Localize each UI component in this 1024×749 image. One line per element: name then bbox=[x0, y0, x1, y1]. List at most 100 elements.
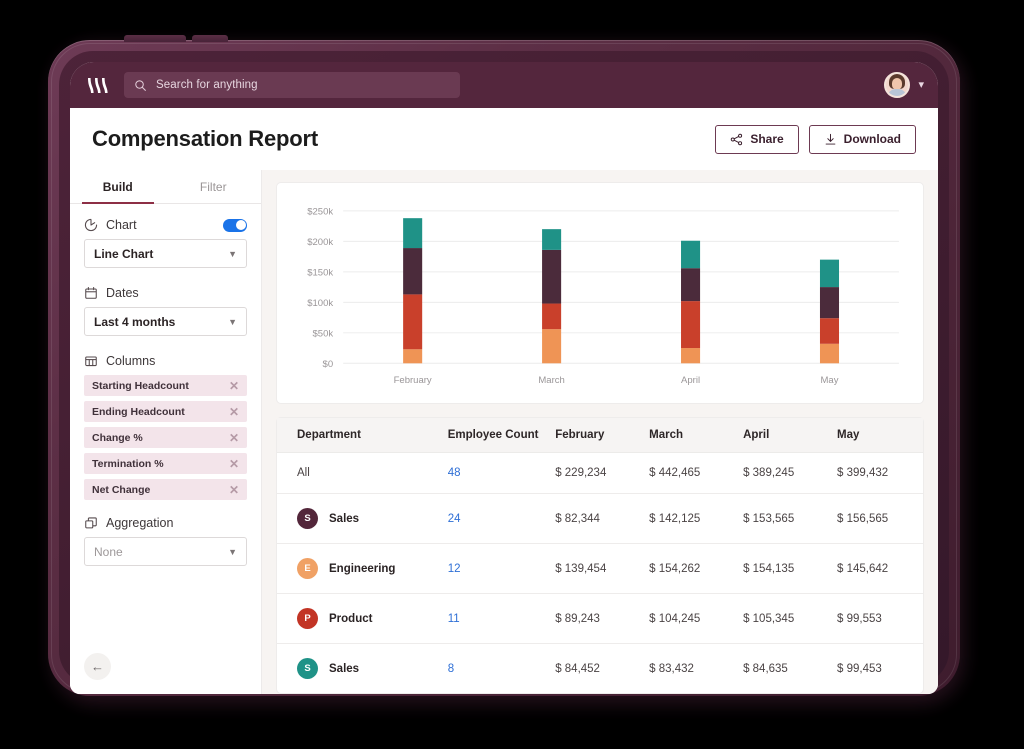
x-axis-tick-label: May bbox=[821, 375, 839, 386]
chart-bar-segment[interactable] bbox=[819, 318, 840, 344]
data-table-card: Department Employee Count February March… bbox=[276, 417, 924, 694]
table-columns-icon bbox=[85, 356, 97, 367]
column-chip[interactable]: Starting Headcount ✕ bbox=[84, 375, 247, 396]
chart-bar-segment[interactable] bbox=[819, 259, 840, 288]
chart-bar-segment[interactable] bbox=[542, 329, 562, 364]
back-button[interactable]: ← bbox=[84, 653, 111, 680]
close-icon[interactable]: ✕ bbox=[229, 484, 239, 496]
chevron-down-icon: ▼ bbox=[228, 248, 237, 259]
chart-toggle[interactable] bbox=[223, 218, 247, 232]
table-row[interactable]: All 48 $ 229,234 $ 442,465 $ 389,245 $ 399,43… bbox=[277, 452, 923, 494]
table-row[interactable]: S Sales 8 $ 84,452 $ 83,432 $ 84,635 $ 99,453 bbox=[277, 644, 923, 694]
download-button-label: Download bbox=[843, 132, 901, 146]
compensation-table: Department Employee Count February March… bbox=[277, 418, 923, 693]
table-row[interactable]: P Product 11 $ 89,243 $ 104,245 $ 105,345 $ 99… bbox=[277, 593, 923, 644]
chart-type-value: Line Chart bbox=[94, 246, 154, 261]
department-badge: E bbox=[297, 558, 318, 579]
build-panel: Chart Line Chart ▼ Dates Last 4 months ▼… bbox=[70, 204, 261, 566]
chart-bar-segment[interactable] bbox=[403, 294, 423, 350]
column-chip[interactable]: Net Change ✕ bbox=[84, 479, 247, 500]
search-input[interactable]: Search for anything bbox=[124, 72, 460, 98]
columns-chip-list: Starting Headcount ✕ Ending Headcount ✕ … bbox=[84, 375, 247, 500]
avatar-body bbox=[887, 89, 908, 96]
tab-build[interactable]: Build bbox=[70, 170, 166, 204]
employee-count-link[interactable]: 11 bbox=[448, 613, 460, 625]
column-chip[interactable]: Ending Headcount ✕ bbox=[84, 401, 247, 422]
main-content: $0 $50k $100k $150k $200k $250k February March A… bbox=[262, 170, 938, 694]
arrow-left-icon: ← bbox=[91, 659, 104, 674]
cell-april: $ 154,135 bbox=[735, 543, 829, 594]
close-icon[interactable]: ✕ bbox=[229, 406, 239, 418]
share-button[interactable]: Share bbox=[715, 124, 799, 154]
table-row[interactable]: S Sales 24 $ 82,344 $ 142,125 $ 153,565 $ 156,… bbox=[277, 493, 923, 544]
chart-bar-segment[interactable] bbox=[819, 287, 840, 319]
download-button[interactable]: Download bbox=[808, 124, 916, 154]
chart-bar-segment[interactable] bbox=[819, 343, 840, 364]
aggregation-select[interactable]: None ▼ bbox=[84, 537, 247, 566]
close-icon[interactable]: ✕ bbox=[229, 380, 239, 392]
chart-bar-segment[interactable] bbox=[542, 303, 562, 330]
cell-march: $ 442,465 bbox=[641, 452, 736, 494]
rippling-logo[interactable] bbox=[86, 75, 112, 95]
page-title: Compensation Report bbox=[92, 126, 318, 151]
employee-count-link[interactable]: 12 bbox=[448, 563, 461, 575]
search-icon bbox=[135, 79, 146, 91]
page-header: Compensation Report Share Download bbox=[70, 108, 938, 170]
department-cell: S Sales bbox=[297, 508, 432, 529]
cell-march: $ 154,262 bbox=[641, 543, 736, 594]
department-cell: P Product bbox=[297, 608, 432, 629]
chevron-down-icon[interactable]: ▾ bbox=[918, 79, 924, 91]
chart-bar-segment[interactable] bbox=[681, 348, 701, 364]
employee-count-link[interactable]: 24 bbox=[448, 513, 461, 525]
department-name: Sales bbox=[329, 512, 360, 525]
x-axis-tick-label: April bbox=[681, 375, 700, 386]
device-power-button[interactable] bbox=[192, 35, 228, 42]
col-april[interactable]: April bbox=[735, 418, 829, 453]
cell-february: $ 139,454 bbox=[547, 543, 642, 594]
table-row[interactable]: E Engineering 12 $ 139,454 $ 154,262 $ 154,13… bbox=[277, 543, 923, 594]
col-may[interactable]: May bbox=[829, 418, 923, 453]
avatar[interactable] bbox=[884, 72, 911, 98]
col-february[interactable]: February bbox=[547, 418, 642, 453]
chart-bar-segment[interactable] bbox=[403, 248, 423, 295]
department-cell: E Engineering bbox=[297, 558, 432, 579]
close-icon[interactable]: ✕ bbox=[229, 432, 239, 444]
dates-section-label: Dates bbox=[106, 286, 139, 300]
chart-bar-segment[interactable] bbox=[542, 249, 562, 304]
cell-february: $ 229,234 bbox=[547, 452, 642, 494]
chart-bar-segment[interactable] bbox=[542, 229, 562, 250]
col-employee-count[interactable]: Employee Count bbox=[439, 418, 548, 453]
chart-bar-segment[interactable] bbox=[681, 240, 701, 269]
y-axis-tick-label: $100k bbox=[307, 298, 333, 309]
column-chip-label: Starting Headcount bbox=[92, 379, 189, 392]
tab-filter[interactable]: Filter bbox=[166, 170, 262, 203]
employee-count-link[interactable]: 48 bbox=[448, 467, 461, 479]
close-icon[interactable]: ✕ bbox=[229, 458, 239, 470]
col-department[interactable]: Department bbox=[277, 418, 440, 453]
dates-range-select[interactable]: Last 4 months ▼ bbox=[84, 307, 247, 336]
cell-february: $ 84,452 bbox=[555, 662, 600, 675]
cell-department: E Engineering bbox=[277, 543, 440, 594]
chart-type-select[interactable]: Line Chart ▼ bbox=[84, 239, 247, 268]
column-chip[interactable]: Change % ✕ bbox=[84, 427, 247, 448]
chart-bar-segment[interactable] bbox=[681, 268, 701, 302]
pie-chart-icon bbox=[84, 218, 98, 232]
sidebar-tabs: Build Filter bbox=[70, 170, 261, 204]
stacked-bar-chart[interactable]: $0 $50k $100k $150k $200k $250k February March A… bbox=[287, 197, 907, 393]
dates-range-value: Last 4 months bbox=[94, 314, 176, 329]
columns-section-label: Columns bbox=[106, 354, 156, 368]
y-axis-tick-label: $200k bbox=[307, 237, 333, 248]
col-march[interactable]: March bbox=[641, 418, 736, 453]
device-volume-button[interactable] bbox=[124, 35, 186, 42]
column-chip[interactable]: Termination % ✕ bbox=[84, 453, 247, 474]
y-axis-tick-label: $250k bbox=[307, 206, 333, 217]
cell-department: S Sales bbox=[277, 493, 440, 544]
x-axis-tick-label: March bbox=[538, 375, 564, 386]
chart-bar-segment[interactable] bbox=[403, 218, 423, 249]
employee-count-link[interactable]: 8 bbox=[448, 663, 454, 675]
aggregation-value: None bbox=[94, 544, 123, 559]
chart-bar-segment[interactable] bbox=[681, 301, 701, 349]
chart-bar-segment[interactable] bbox=[403, 349, 423, 364]
department-name: Product bbox=[329, 612, 373, 625]
calendar-icon bbox=[85, 287, 97, 299]
